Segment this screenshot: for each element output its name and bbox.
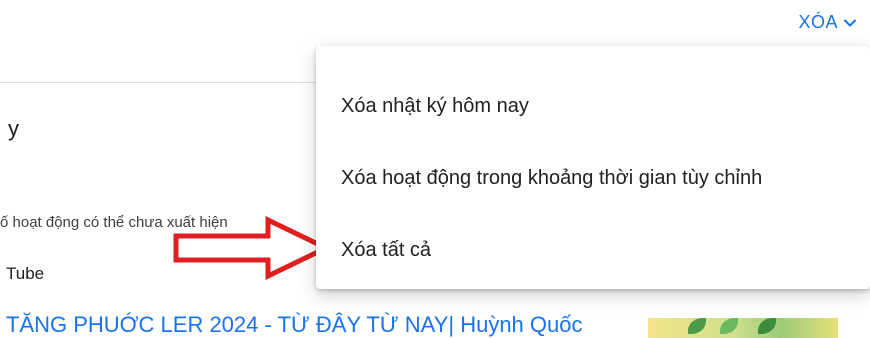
delete-dropdown-label: XÓA (798, 12, 838, 32)
delete-menu: Xóa nhật ký hôm nay Xóa hoạt động trong … (316, 46, 870, 289)
service-label: Tube (6, 264, 45, 283)
video-thumbnail[interactable] (648, 318, 838, 338)
leaf-decoration (758, 318, 776, 334)
chevron-down-icon (844, 19, 856, 26)
leaf-decoration (720, 318, 738, 334)
menu-item-delete-all[interactable]: Xóa tất cả (316, 214, 870, 286)
annotation-arrow-icon (173, 216, 332, 280)
section-divider (0, 82, 330, 83)
page-heading: y (8, 116, 19, 141)
menu-item-delete-custom-range[interactable]: Xóa hoạt động trong khoảng thời gian tùy… (316, 142, 870, 214)
video-title-link[interactable]: TĂNG PHUỚC LER 2024 - TỪ ĐÂY TỪ NAY| Huỳ… (6, 312, 583, 338)
menu-item-delete-today[interactable]: Xóa nhật ký hôm nay (316, 70, 870, 142)
delete-dropdown-button[interactable]: XÓA (798, 12, 858, 33)
leaf-decoration (688, 318, 706, 334)
